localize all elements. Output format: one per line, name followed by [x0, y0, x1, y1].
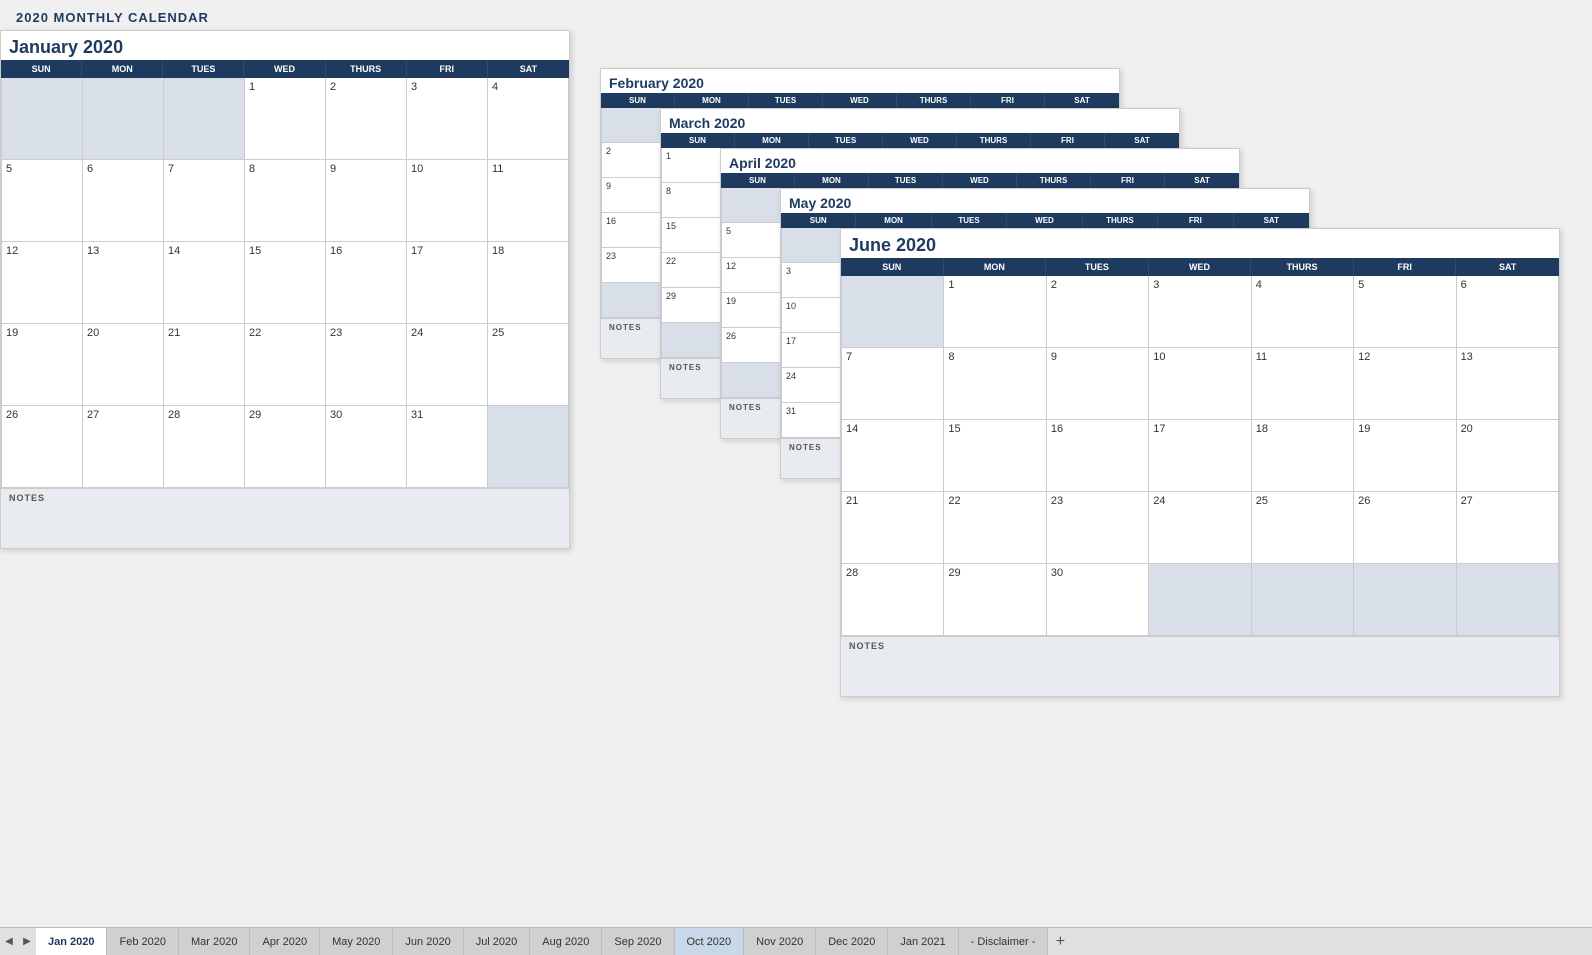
tab-apr-2020[interactable]: Apr 2020 [250, 928, 320, 955]
tab-add-button[interactable]: + [1048, 928, 1072, 955]
feb-title: February 2020 [601, 69, 1119, 93]
jan-w4-wed: 22 [245, 324, 326, 406]
jan-w4-thu: 23 [326, 324, 407, 406]
jan-w2-sat: 11 [488, 160, 569, 242]
jan-w5-sat [488, 406, 569, 488]
feb-header: SUN MON TUES WED THURS FRI SAT [601, 93, 1119, 108]
jan-hdr-sun: SUN [1, 60, 82, 78]
jan-header: SUN MON TUES WED THURS FRI SAT [1, 60, 569, 78]
jan-w3-thu: 16 [326, 242, 407, 324]
calendar-january: January 2020 SUN MON TUES WED THURS FRI … [0, 30, 570, 549]
jan-hdr-wed: WED [244, 60, 325, 78]
jan-w3-sat: 18 [488, 242, 569, 324]
tab-jan-2021[interactable]: Jan 2021 [888, 928, 958, 955]
mar-header: SUN MON TUES WED THURS FRI SAT [661, 133, 1179, 148]
tab-disclaimer[interactable]: - Disclaimer - [959, 928, 1049, 955]
tab-jan-2020[interactable]: Jan 2020 [36, 928, 107, 955]
jan-hdr-fri: FRI [407, 60, 488, 78]
tab-may-2020[interactable]: May 2020 [320, 928, 393, 955]
apr-title: April 2020 [721, 149, 1239, 173]
jan-w4-mon: 20 [83, 324, 164, 406]
jan-w1-fri: 3 [407, 78, 488, 160]
tab-sep-2020[interactable]: Sep 2020 [602, 928, 674, 955]
jan-w1-mon [83, 78, 164, 160]
jun-grid: 1 2 3 4 5 6 7 8 9 10 11 12 13 14 15 16 1… [841, 276, 1559, 636]
jan-w1-wed: 1 [245, 78, 326, 160]
tab-oct-2020[interactable]: Oct 2020 [675, 928, 745, 955]
jan-title: January 2020 [1, 31, 569, 60]
tab-nov-2020[interactable]: Nov 2020 [744, 928, 816, 955]
jan-w2-tue: 7 [164, 160, 245, 242]
calendar-june: June 2020 SUN MON TUES WED THURS FRI SAT… [840, 228, 1560, 697]
tab-jun-2020[interactable]: Jun 2020 [393, 928, 463, 955]
jan-w4-sat: 25 [488, 324, 569, 406]
jan-notes: NOTES [1, 488, 569, 548]
tab-bar: ◀ ▶ Jan 2020 Feb 2020 Mar 2020 Apr 2020 … [0, 927, 1592, 955]
jan-hdr-mon: MON [82, 60, 163, 78]
jan-w5-sun: 26 [2, 406, 83, 488]
jan-w1-tue [164, 78, 245, 160]
jan-w2-sun: 5 [2, 160, 83, 242]
jan-w2-fri: 10 [407, 160, 488, 242]
page-title: 2020 MONTHLY CALENDAR [16, 10, 1576, 25]
jan-hdr-sat: SAT [488, 60, 569, 78]
jan-w5-wed: 29 [245, 406, 326, 488]
jun-title: June 2020 [841, 229, 1559, 258]
jan-w5-tue: 28 [164, 406, 245, 488]
tab-mar-2020[interactable]: Mar 2020 [179, 928, 250, 955]
jan-w4-tue: 21 [164, 324, 245, 406]
tab-prev-arrow[interactable]: ◀ [0, 928, 18, 955]
jan-w2-wed: 8 [245, 160, 326, 242]
jan-w1-sat: 4 [488, 78, 569, 160]
may-header: SUN MON TUES WED THURS FRI SAT [781, 213, 1309, 228]
jan-w1-sun [2, 78, 83, 160]
jan-hdr-thu: THURS [326, 60, 407, 78]
jan-w5-fri: 31 [407, 406, 488, 488]
tab-dec-2020[interactable]: Dec 2020 [816, 928, 888, 955]
jun-header: SUN MON TUES WED THURS FRI SAT [841, 258, 1559, 276]
jan-w5-thu: 30 [326, 406, 407, 488]
jan-hdr-tue: TUES [163, 60, 244, 78]
apr-header: SUN MON TUES WED THURS FRI SAT [721, 173, 1239, 188]
main-area: 2020 MONTHLY CALENDAR January 2020 SUN M… [0, 0, 1592, 910]
tab-next-arrow[interactable]: ▶ [18, 928, 36, 955]
tab-jul-2020[interactable]: Jul 2020 [464, 928, 531, 955]
may-title: May 2020 [781, 189, 1309, 213]
tab-feb-2020[interactable]: Feb 2020 [107, 928, 178, 955]
jan-w1-thu: 2 [326, 78, 407, 160]
jan-w3-fri: 17 [407, 242, 488, 324]
jan-w3-sun: 12 [2, 242, 83, 324]
jan-w3-tue: 14 [164, 242, 245, 324]
jan-w2-thu: 9 [326, 160, 407, 242]
mar-title: March 2020 [661, 109, 1179, 133]
jan-w3-mon: 13 [83, 242, 164, 324]
jan-grid: 1 2 3 4 5 6 7 8 9 10 11 12 13 14 15 16 1… [1, 78, 569, 488]
jun-notes: NOTES [841, 636, 1559, 696]
jan-w4-sun: 19 [2, 324, 83, 406]
jan-w5-mon: 27 [83, 406, 164, 488]
tab-aug-2020[interactable]: Aug 2020 [530, 928, 602, 955]
jan-w4-fri: 24 [407, 324, 488, 406]
jan-w2-mon: 6 [83, 160, 164, 242]
jan-w3-wed: 15 [245, 242, 326, 324]
